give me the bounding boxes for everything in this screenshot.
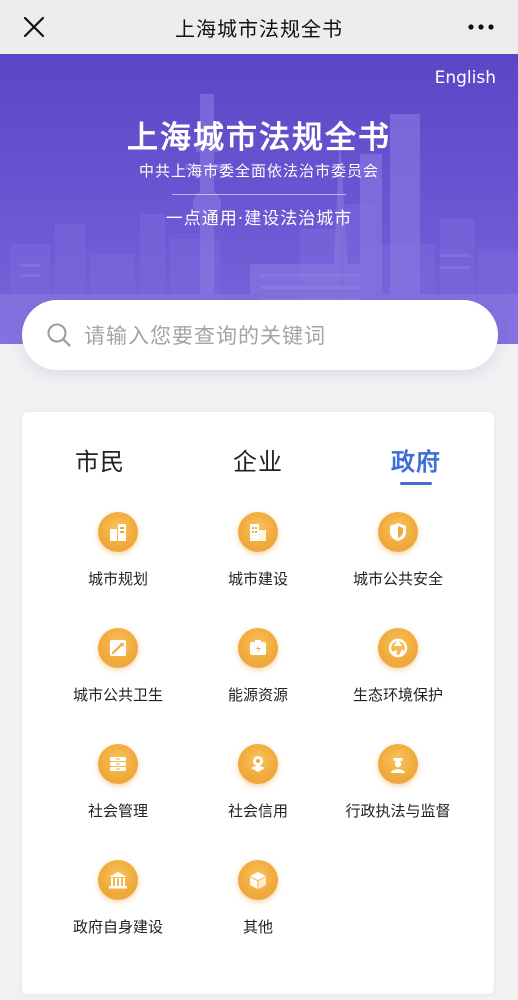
category-label: 城市建设 — [227, 570, 288, 588]
shield-icon — [378, 512, 418, 552]
category-card: 市民 企业 政府 城市规划 城市建设 城市公共安全 城市公共卫生 能源资源 生态… — [22, 412, 494, 994]
category-label: 政府自身建设 — [72, 918, 163, 936]
category-label: 城市公共安全 — [352, 570, 443, 588]
category-label: 城市规划 — [87, 570, 148, 588]
category-label: 行政执法与监督 — [345, 802, 451, 820]
category-public-safety[interactable]: 城市公共安全 — [320, 512, 476, 608]
hero-divider — [172, 194, 346, 195]
hero-title: 上海城市法规全书 — [127, 120, 391, 156]
officer-icon — [378, 744, 418, 784]
search-placeholder: 请输入您要查询的关键词 — [84, 324, 326, 348]
more-icon[interactable] — [466, 13, 496, 41]
hero-slogan: 一点通用·建设法治城市 — [165, 209, 353, 229]
category-urban-construction[interactable]: 城市建设 — [180, 512, 336, 608]
construction-icon — [238, 512, 278, 552]
category-social-credit[interactable]: 社会信用 — [180, 744, 336, 840]
category-label: 生态环境保护 — [352, 686, 443, 704]
page-title: 上海城市法规全书 — [175, 16, 343, 41]
category-label: 城市公共卫生 — [72, 686, 163, 704]
tab-government-label: 政府 — [391, 448, 441, 476]
category-social-management[interactable]: 社会管理 — [40, 744, 196, 840]
category-urban-planning[interactable]: 城市规划 — [40, 512, 196, 608]
active-tab-underline — [400, 482, 432, 485]
sanitation-icon — [98, 628, 138, 668]
category-government-building[interactable]: 政府自身建设 — [40, 860, 196, 956]
search-icon — [47, 323, 71, 347]
category-law-enforcement[interactable]: 行政执法与监督 — [320, 744, 476, 840]
tab-citizen[interactable]: 市民 — [40, 442, 160, 477]
tab-enterprise[interactable]: 企业 — [198, 442, 318, 477]
category-label: 社会管理 — [87, 802, 148, 820]
category-other[interactable]: 其他 — [180, 860, 336, 956]
category-label: 其他 — [242, 918, 273, 936]
category-label: 能源资源 — [227, 686, 288, 704]
cube-icon — [238, 860, 278, 900]
government-icon — [98, 860, 138, 900]
category-eco-protection[interactable]: 生态环境保护 — [320, 628, 476, 724]
energy-icon — [238, 628, 278, 668]
building-icon — [98, 512, 138, 552]
category-label: 社会信用 — [227, 802, 288, 820]
search-input[interactable]: 请输入您要查询的关键词 — [22, 300, 498, 370]
management-icon — [98, 744, 138, 784]
tab-government[interactable]: 政府 — [356, 442, 476, 485]
category-energy-resources[interactable]: 能源资源 — [180, 628, 336, 724]
hero-subtitle: 中共上海市委全面依法治市委员会 — [138, 162, 379, 180]
close-icon[interactable] — [20, 13, 48, 41]
top-navbar: 上海城市法规全书 — [0, 0, 518, 54]
english-language-link[interactable]: English — [435, 68, 496, 88]
audience-tabs: 市民 企业 政府 — [22, 442, 494, 492]
category-public-health[interactable]: 城市公共卫生 — [40, 628, 196, 724]
ecology-icon — [378, 628, 418, 668]
credit-icon — [238, 744, 278, 784]
